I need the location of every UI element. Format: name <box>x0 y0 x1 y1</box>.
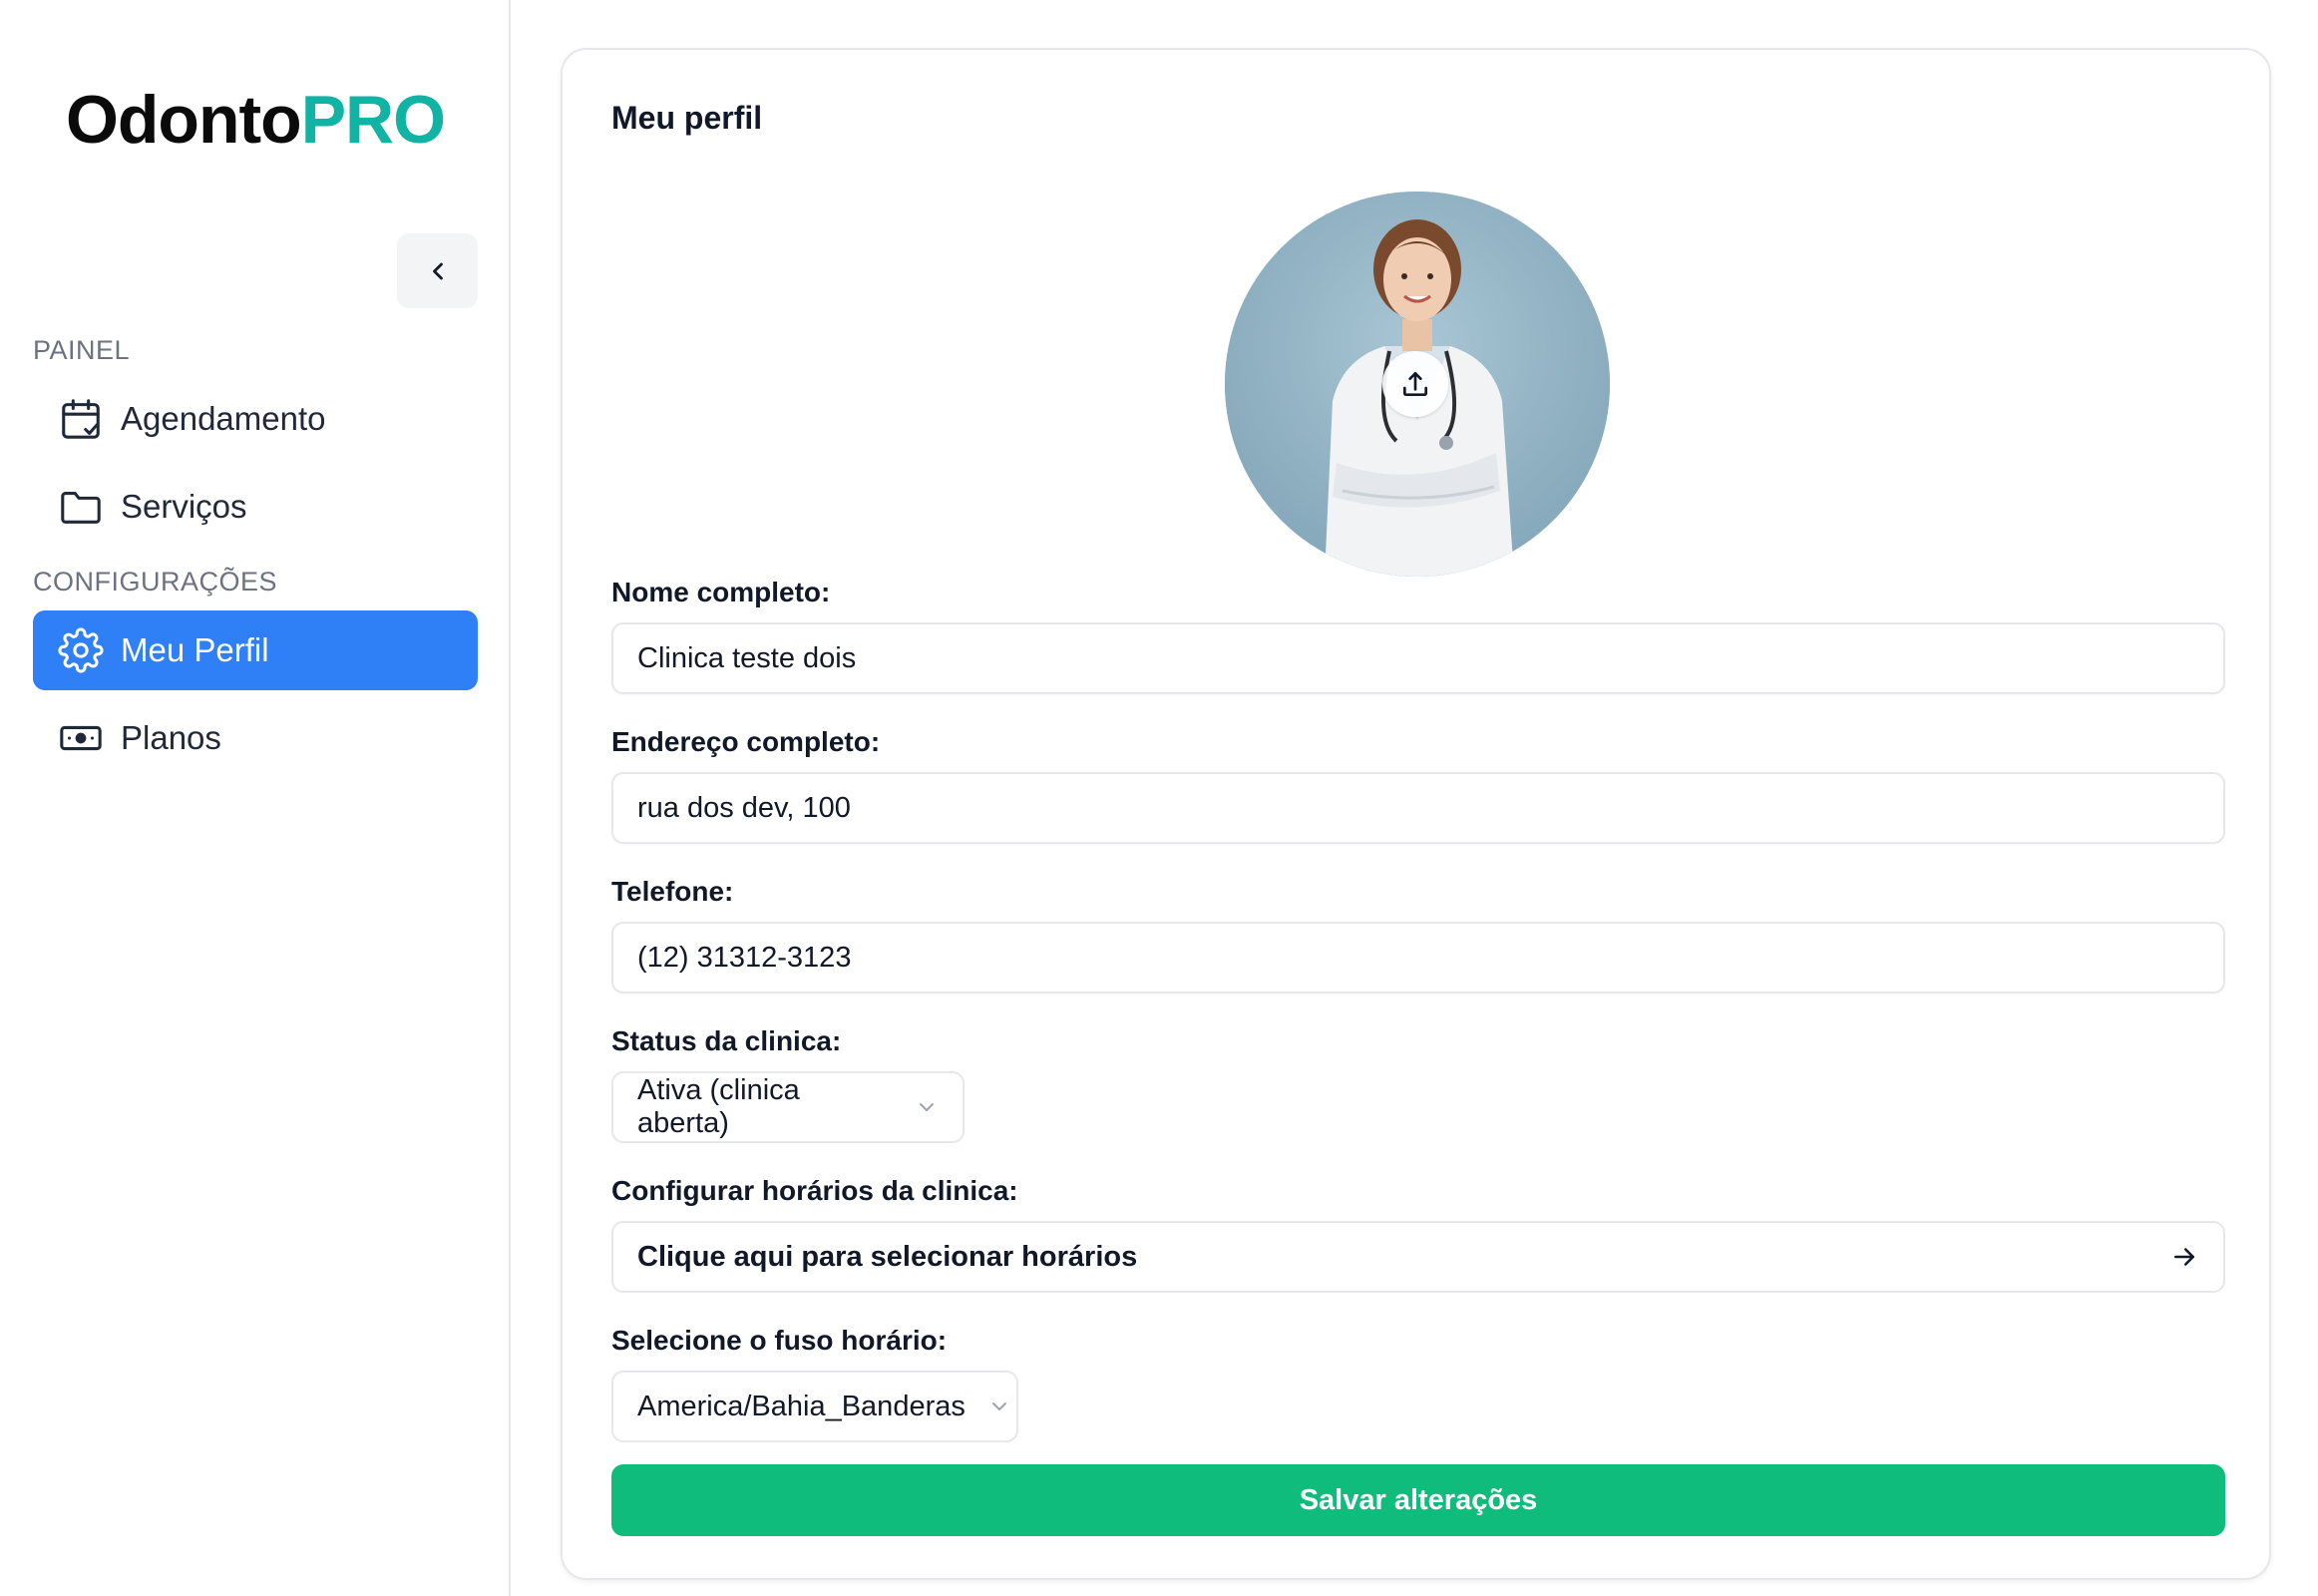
gear-icon <box>57 626 105 674</box>
hours-label: Configurar horários da clinica: <box>611 1175 1018 1206</box>
upload-icon <box>1403 372 1427 396</box>
select-hours-button[interactable]: Clique aqui para selecionar horários <box>611 1221 2225 1293</box>
name-label: Nome completo: <box>611 577 831 607</box>
status-label: Status da clinica: <box>611 1025 842 1056</box>
sidebar-item-label: Serviços <box>121 488 247 525</box>
arrow-right-icon <box>2169 1242 2199 1272</box>
status-select[interactable]: Ativa (clinica aberta) <box>611 1071 965 1143</box>
app-root: OdontoPRO PAINEL Agendamento Serviços CO… <box>0 0 2318 1596</box>
select-hours-label: Clique aqui para selecionar horários <box>637 1240 1138 1273</box>
sidebar-item-label: Planos <box>121 719 221 756</box>
page-title: Meu perfil <box>611 100 763 136</box>
sidebar: OdontoPRO PAINEL Agendamento Serviços CO… <box>0 0 511 1596</box>
address-input[interactable] <box>611 772 2225 844</box>
calendar-check-icon <box>57 395 105 443</box>
phone-input[interactable] <box>611 922 2225 994</box>
address-label: Endereço completo: <box>611 726 881 757</box>
folder-icon <box>57 483 105 531</box>
section-label-configuracoes: CONFIGURAÇÕES <box>33 567 278 597</box>
section-label-painel: PAINEL <box>33 335 131 365</box>
timezone-select-value: America/Bahia_Banderas <box>637 1390 966 1422</box>
phone-label: Telefone: <box>611 876 734 907</box>
chevron-down-icon <box>915 1095 939 1119</box>
sidebar-item-label: Meu Perfil <box>121 631 269 668</box>
timezone-label: Selecione o fuso horário: <box>611 1325 948 1356</box>
collapse-sidebar-button[interactable] <box>397 233 478 308</box>
upload-photo-button[interactable] <box>1382 351 1448 417</box>
banknote-icon <box>57 714 105 762</box>
timezone-select[interactable]: America/Bahia_Banderas <box>611 1371 1018 1442</box>
sidebar-item-planos[interactable]: Planos <box>33 698 478 778</box>
brand-name-part2: PRO <box>300 82 446 158</box>
name-input[interactable] <box>611 622 2225 694</box>
sidebar-item-servicos[interactable]: Serviços <box>33 467 478 547</box>
chevron-down-icon <box>987 1395 1011 1418</box>
chevron-left-icon <box>432 262 443 279</box>
brand-name-part1: Odonto <box>66 82 302 158</box>
sidebar-item-label: Agendamento <box>121 400 326 437</box>
brand-logo: OdontoPRO <box>66 86 446 154</box>
save-button[interactable]: Salvar alterações <box>611 1464 2225 1536</box>
status-select-value: Ativa (clinica aberta) <box>637 1074 800 1139</box>
sidebar-item-meu-perfil[interactable]: Meu Perfil <box>33 610 478 690</box>
profile-card: Meu perfil Nome completo: Clinica teste … <box>561 48 2271 1580</box>
sidebar-item-agendamento[interactable]: Agendamento <box>33 379 478 459</box>
